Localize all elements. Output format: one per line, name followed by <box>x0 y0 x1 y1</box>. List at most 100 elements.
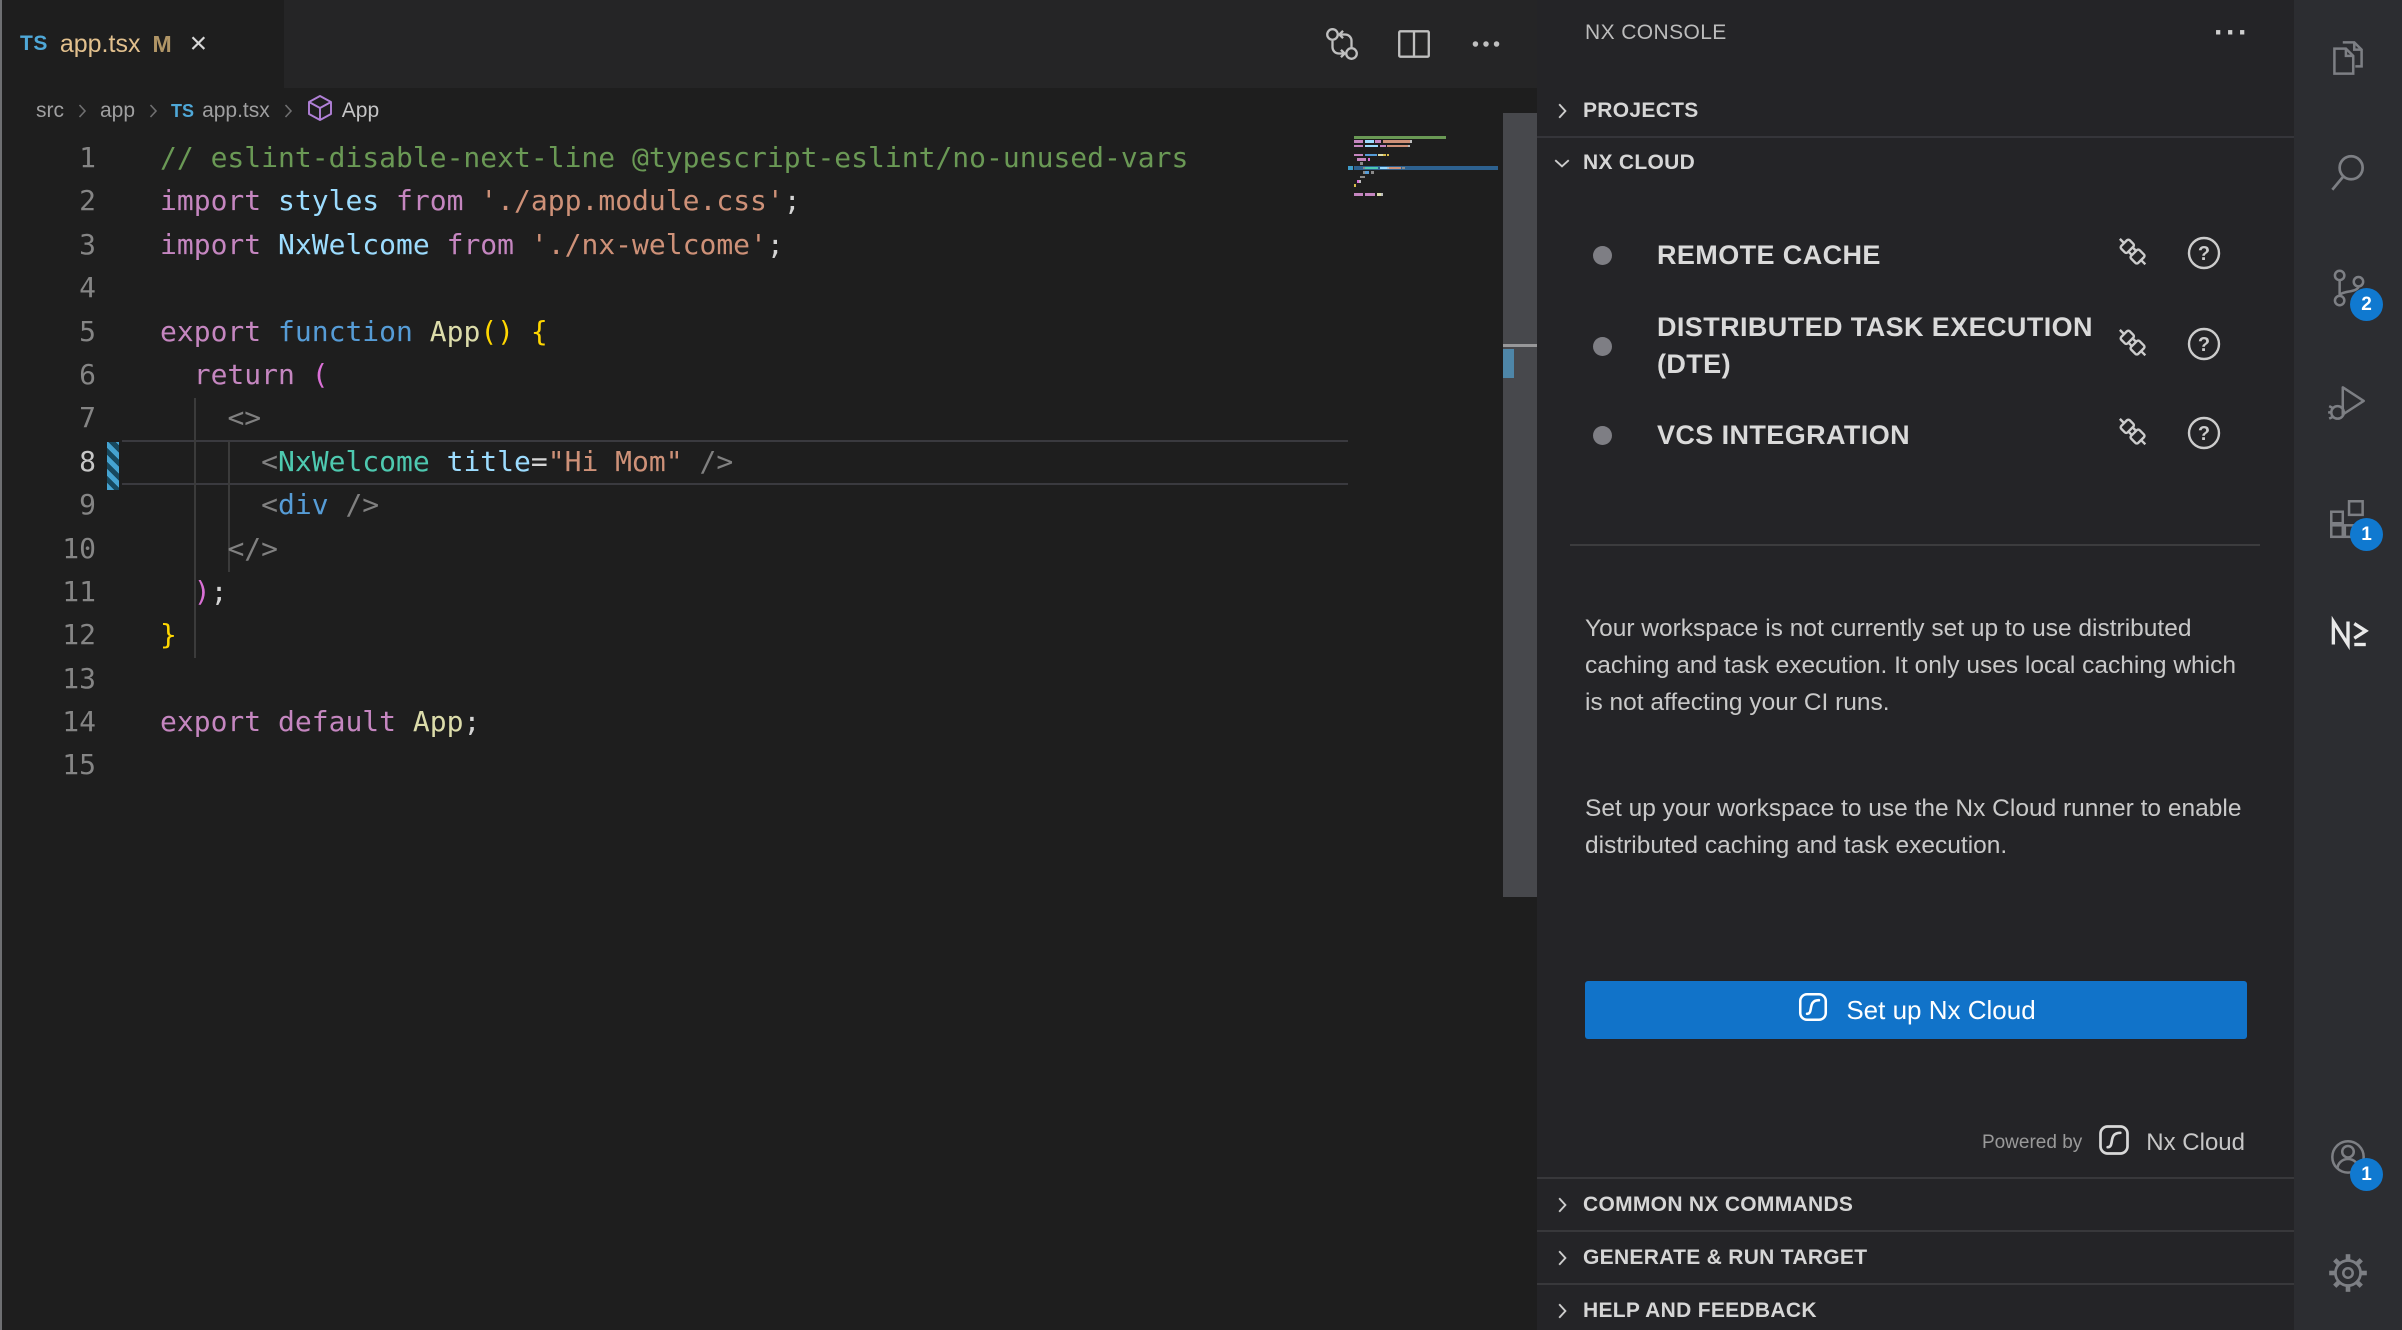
section-label: GENERATE & RUN TARGET <box>1583 1246 1867 1270</box>
code-line-15[interactable] <box>160 743 1188 786</box>
code-line-3[interactable]: import NxWelcome from './nx-welcome'; <box>160 223 1188 266</box>
svg-text:?: ? <box>2198 243 2210 265</box>
nx-cloud-icon <box>2096 1122 2132 1163</box>
search-icon[interactable] <box>2325 150 2371 196</box>
minimap-line <box>1354 197 1498 201</box>
account-badge: 1 <box>2350 1158 2383 1191</box>
breadcrumb-file[interactable]: TS app.tsx <box>171 99 270 123</box>
setup-nx-cloud-button[interactable]: Set up Nx Cloud <box>1585 981 2247 1039</box>
section-nx-cloud[interactable]: NX CLOUD <box>1537 138 2294 188</box>
line-number: 12 <box>0 613 96 656</box>
code-editor[interactable]: 123456789101112131415 // eslint-disable-… <box>0 132 1537 1330</box>
help-question-icon[interactable]: ? <box>2182 411 2226 460</box>
line-number: 15 <box>0 743 96 786</box>
status-dot-icon <box>1593 337 1612 356</box>
line-number: 2 <box>0 179 96 222</box>
help-question-icon[interactable]: ? <box>2182 322 2226 371</box>
line-number: 3 <box>0 223 96 266</box>
code-line-13[interactable] <box>160 657 1188 700</box>
nx-console-icon[interactable] <box>2325 610 2371 656</box>
symbol-class-icon <box>306 94 334 128</box>
more-actions-icon[interactable] <box>1467 25 1505 63</box>
collapsed-section-row[interactable]: HELP AND FEEDBACK <box>1537 1283 2294 1330</box>
scm-changes-badge: 2 <box>2350 288 2383 321</box>
nx-cloud-feature-item: VCS INTEGRATION ? <box>1537 406 2294 464</box>
editor-scrollbar[interactable] <box>1503 88 1537 1330</box>
breadcrumb-symbol-app[interactable]: App <box>306 94 379 128</box>
code-line-9[interactable]: <div /> <box>160 483 1188 526</box>
collapsed-section-row[interactable]: GENERATE & RUN TARGET <box>1537 1230 2294 1283</box>
minimap[interactable] <box>1348 88 1500 1330</box>
overview-ruler-modified-marker <box>1503 349 1514 378</box>
nx-cloud-icon <box>1796 990 1830 1031</box>
line-number: 10 <box>0 527 96 570</box>
nx-console-sidebar: NX CONSOLE ··· PROJECTS NX CLOUD REMOTE … <box>1537 0 2294 1330</box>
help-question-icon[interactable]: ? <box>2182 231 2226 280</box>
code-line-12[interactable]: } <box>160 613 1188 656</box>
collapsed-sections: COMMON NX COMMANDS GENERATE & RUN TARGET… <box>1537 1177 2294 1330</box>
open-changes-icon[interactable] <box>1323 25 1361 63</box>
code-line-14[interactable]: export default App; <box>160 700 1188 743</box>
source-control-icon[interactable]: 2 <box>2325 265 2371 311</box>
editor-region: TS app.tsx M × <box>0 0 1537 1330</box>
chevron-right-icon <box>145 103 161 119</box>
close-icon[interactable]: × <box>190 29 208 59</box>
section-label: HELP AND FEEDBACK <box>1583 1299 1817 1323</box>
breadcrumb: src app TS app.tsx App <box>0 88 1345 134</box>
feature-label: REMOTE CACHE <box>1657 237 2107 274</box>
split-editor-icon[interactable] <box>1395 25 1433 63</box>
chevron-right-icon <box>1553 102 1571 120</box>
section-projects[interactable]: PROJECTS <box>1537 86 2294 136</box>
powered-brand-label: Nx Cloud <box>2146 1129 2245 1157</box>
line-number: 8 <box>0 440 96 483</box>
connect-plug-icon[interactable] <box>2112 322 2156 371</box>
editor-toolbar <box>1323 0 1505 88</box>
scrollbar-slider[interactable] <box>1503 113 1537 897</box>
line-number: 11 <box>0 570 96 613</box>
explorer-icon[interactable] <box>2325 35 2371 81</box>
code-line-2[interactable]: import styles from './app.module.css'; <box>160 179 1188 222</box>
section-label: COMMON NX COMMANDS <box>1583 1193 1853 1217</box>
vscode-window: TS app.tsx M × <box>0 0 2402 1330</box>
line-number: 6 <box>0 353 96 396</box>
chevron-down-icon <box>1553 154 1571 172</box>
section-label: NX CLOUD <box>1583 151 1695 175</box>
activity-bar: 2 1 1 <box>2294 0 2402 1330</box>
more-actions-icon[interactable]: ··· <box>2214 28 2250 38</box>
line-number: 7 <box>0 396 96 439</box>
code-line-7[interactable]: <> <box>160 396 1188 439</box>
line-number: 1 <box>0 136 96 179</box>
code-line-11[interactable]: ); <box>160 570 1188 613</box>
connect-plug-icon[interactable] <box>2112 231 2156 280</box>
run-debug-icon[interactable] <box>2325 380 2371 426</box>
tab-label: app.tsx <box>60 30 141 59</box>
tab-bar: TS app.tsx M × <box>0 0 1537 88</box>
account-icon[interactable]: 1 <box>2325 1135 2371 1181</box>
code-line-1[interactable]: // eslint-disable-next-line @typescript-… <box>160 136 1188 179</box>
connect-plug-icon[interactable] <box>2112 411 2156 460</box>
section-label: PROJECTS <box>1583 99 1699 123</box>
code-line-10[interactable]: </> <box>160 527 1188 570</box>
sidebar-title: NX CONSOLE <box>1585 21 2214 45</box>
status-dot-icon <box>1593 426 1612 445</box>
extensions-icon[interactable]: 1 <box>2325 495 2371 541</box>
collapsed-section-row[interactable]: COMMON NX COMMANDS <box>1537 1177 2294 1230</box>
chevron-right-icon <box>74 103 90 119</box>
breadcrumb-src[interactable]: src <box>36 99 64 123</box>
line-number: 14 <box>0 700 96 743</box>
workspace-status-text: Your workspace is not currently set up t… <box>1585 610 2257 721</box>
code-line-8[interactable]: <NxWelcome title="Hi Mom" /> <box>160 440 1188 483</box>
code-line-4[interactable] <box>160 266 1188 309</box>
scrollbar-edge <box>1503 344 1537 347</box>
breadcrumb-app[interactable]: app <box>100 99 135 123</box>
settings-gear-icon[interactable] <box>2325 1250 2371 1296</box>
nx-cloud-feature-item: REMOTE CACHE ? <box>1537 226 2294 284</box>
typescript-file-icon: TS <box>171 101 194 122</box>
code-line-6[interactable]: return ( <box>160 353 1188 396</box>
modified-badge: M <box>152 31 171 58</box>
status-dot-icon <box>1593 246 1612 265</box>
line-number: 13 <box>0 657 96 700</box>
code-line-5[interactable]: export function App() { <box>160 310 1188 353</box>
tab-app-tsx[interactable]: TS app.tsx M × <box>2 0 284 88</box>
line-number: 5 <box>0 310 96 353</box>
